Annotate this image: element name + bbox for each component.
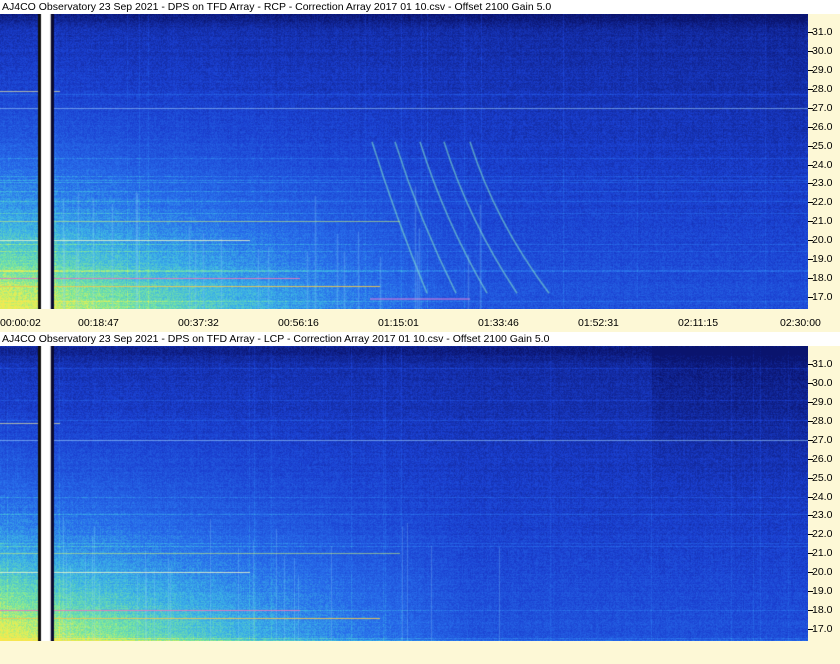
y-tick-label: 17.0 — [812, 623, 833, 635]
y-tick-label: 22.0 — [812, 528, 833, 541]
y-tick-label: 21.0 — [812, 547, 833, 560]
y-tick-label: 24.0 — [812, 158, 833, 171]
y-tick-label: 26.0 — [812, 120, 833, 133]
y-tick-label: 25.0 — [812, 139, 833, 152]
spectrogram-rcp — [0, 14, 808, 309]
y-tick-label: 25.0 — [812, 471, 833, 484]
y-tick-label: 23.0 — [812, 177, 833, 190]
y-tick-label: 30.0 — [812, 376, 833, 389]
spectrogram-canvas-lcp — [0, 346, 808, 641]
time-tick-label: 01:52:31 — [578, 317, 619, 329]
time-tick-label: 00:37:32 — [178, 317, 219, 329]
y-tick-label: 18.0 — [812, 272, 833, 285]
y-tick-label: 31.0 — [812, 26, 833, 38]
y-tick-label: 26.0 — [812, 452, 833, 465]
y-tick-label: 28.0 — [812, 414, 833, 427]
time-tick-label: 00:00:02 — [0, 317, 41, 329]
y-tick-label: 31.0 — [812, 358, 833, 370]
time-tick-label: 02:11:15 — [678, 317, 719, 329]
y-tick-label: 24.0 — [812, 490, 833, 503]
panel-title-lcp: AJ4CO Observatory 23 Sep 2021 - DPS on T… — [0, 332, 840, 346]
time-tick-label: 02:30:00 — [780, 317, 821, 329]
y-tick-label: 19.0 — [812, 585, 833, 598]
y-tick-label: 17.0 — [812, 291, 833, 303]
y-tick-label: 27.0 — [812, 101, 833, 114]
y-tick-label: 20.0 — [812, 566, 833, 579]
y-tick-label: 20.0 — [812, 234, 833, 247]
y-tick-label: 28.0 — [812, 82, 833, 95]
y-tick-label: 19.0 — [812, 253, 833, 266]
time-tick-label: 00:18:47 — [78, 317, 119, 329]
time-tick-label: 00:56:16 — [278, 317, 319, 329]
y-tick-label: 30.0 — [812, 44, 833, 57]
y-tick-label: 29.0 — [812, 63, 833, 76]
time-tick-label: 01:15:01 — [378, 317, 419, 329]
spectrogram-lcp — [0, 346, 808, 641]
y-tick-label: 22.0 — [812, 196, 833, 209]
time-axis-rcp: 00:00:02 00:18:47 00:37:32 00:56:16 01:15:01… — [0, 314, 840, 332]
frequency-axis-rcp: 17.0 18.0 19.0 20.0 21.0 22.0 23.0 24.0 25.0 26.0… — [808, 14, 840, 309]
spectrogram-canvas-rcp — [0, 14, 808, 309]
y-tick-label: 18.0 — [812, 604, 833, 617]
frequency-axis-lcp: 17.0 18.0 19.0 20.0 21.0 22.0 23.0 24.0 25.0 26.0… — [808, 346, 840, 641]
y-tick-label: 21.0 — [812, 215, 833, 228]
y-tick-label: 23.0 — [812, 509, 833, 522]
y-tick-label: 29.0 — [812, 395, 833, 408]
time-tick-label: 01:33:46 — [478, 317, 519, 329]
panel-title-rcp: AJ4CO Observatory 23 Sep 2021 - DPS on T… — [0, 0, 840, 14]
y-tick-label: 27.0 — [812, 433, 833, 446]
